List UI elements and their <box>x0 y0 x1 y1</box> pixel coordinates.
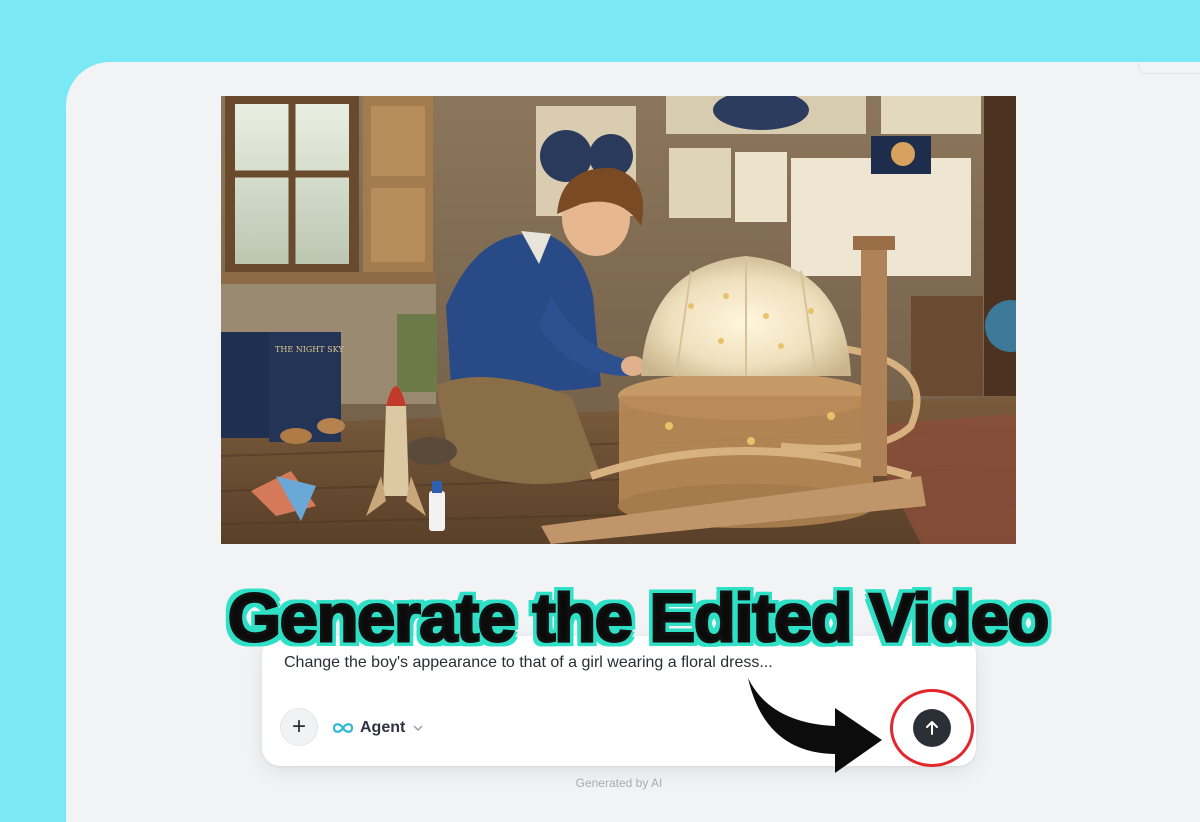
panel-corner-tab <box>1138 62 1200 74</box>
book-title: THE NIGHT SKY <box>275 345 344 354</box>
send-highlight-ring <box>890 689 974 767</box>
headline-overlay: Generate the Edited Video <box>227 579 1051 658</box>
curved-arrow-annotation <box>748 678 882 773</box>
video-preview-frame[interactable]: THE NIGHT SKY <box>221 96 1016 544</box>
footer-text: Generated by AI <box>575 776 663 790</box>
infinity-icon <box>332 723 354 733</box>
agent-label: Agent <box>360 719 406 736</box>
arrow-up-icon <box>926 721 938 735</box>
add-attachment-button[interactable]: + <box>280 708 318 746</box>
preview-scene: THE NIGHT SKY <box>221 96 1016 544</box>
chevron-down-icon <box>413 725 423 731</box>
plus-icon: + <box>291 713 306 740</box>
footer-disclaimer: Generated by AI <box>0 776 1200 790</box>
send-button[interactable] <box>913 709 951 747</box>
agent-mode-selector[interactable]: Agent <box>332 716 423 740</box>
